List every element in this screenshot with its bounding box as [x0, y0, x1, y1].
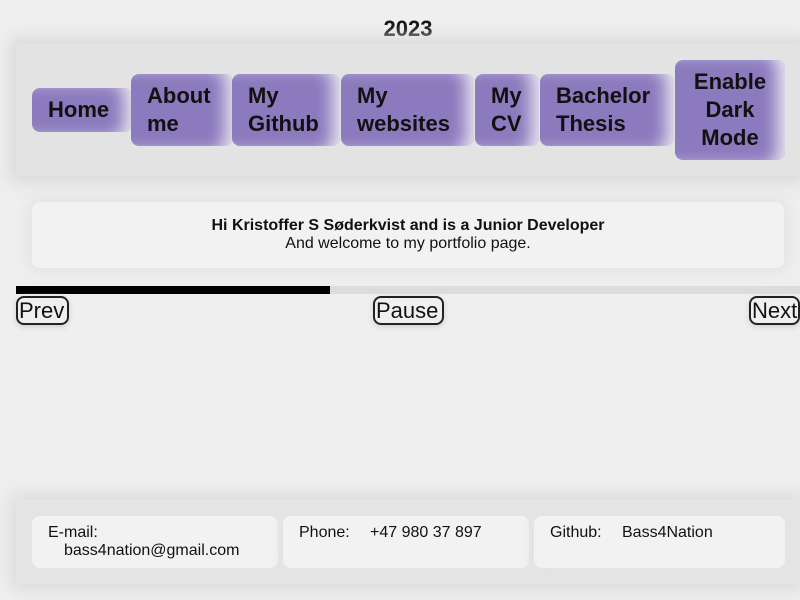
prev-button[interactable]: Prev — [16, 296, 69, 325]
nav-home-button[interactable]: Home — [32, 88, 132, 132]
nav-cv-button[interactable]: My CV — [475, 74, 539, 146]
nav-thesis-button[interactable]: Bachelor Thesis — [540, 74, 674, 146]
email-value[interactable]: bass4nation@gmail.com — [48, 542, 278, 560]
dark-mode-label-line3: Mode — [701, 125, 759, 150]
dark-mode-label-line2: Dark — [705, 97, 755, 122]
nav-websites-label-line2: websites — [357, 111, 450, 136]
nav-thesis-label-line1: Bachelor — [556, 83, 651, 108]
phone-contact-card: Phone: +47 980 37 897 — [283, 516, 529, 568]
nav-about-label-line2: me — [147, 111, 179, 136]
intro-subtitle: And welcome to my portfolio page. — [285, 235, 531, 252]
phone-value[interactable]: +47 980 37 897 — [370, 524, 482, 542]
pause-button[interactable]: Pause — [373, 296, 444, 325]
nav-cv-label-line2: CV — [491, 111, 522, 136]
email-contact-card: E-mail: bass4nation@gmail.com — [32, 516, 278, 568]
nav-home-label: Home — [48, 97, 110, 122]
slideshow-progress-fill — [16, 286, 330, 294]
github-value[interactable]: Bass4Nation — [622, 524, 713, 542]
intro-title: Hi Kristoffer S Søderkvist and is a Juni… — [211, 217, 605, 234]
github-label: Github: — [550, 524, 602, 541]
nav-websites-button[interactable]: My websites — [341, 74, 474, 146]
nav-github-label-line2: Github — [248, 111, 319, 136]
nav-cv-label-line1: My — [491, 83, 522, 108]
phone-label: Phone: — [299, 524, 350, 541]
nav-thesis-label-line2: Thesis — [556, 111, 626, 136]
github-contact-card: Github: Bass4Nation — [534, 516, 785, 568]
page-year-heading: 2023 — [383, 16, 433, 41]
next-button[interactable]: Next — [749, 296, 800, 325]
nav-about-label-line1: About — [147, 83, 211, 108]
dark-mode-label-line1: Enable — [693, 69, 767, 94]
main-navigation: Home About me My Github My websites My C… — [16, 44, 800, 176]
contact-footer: E-mail: bass4nation@gmail.com Phone: +47 … — [16, 500, 800, 584]
nav-websites-label-line1: My — [357, 83, 388, 108]
slideshow-progress-track — [16, 286, 800, 294]
dark-mode-toggle-button[interactable]: Enable Dark Mode — [675, 60, 785, 160]
nav-github-button[interactable]: My Github — [232, 74, 340, 146]
email-label: E-mail: — [48, 524, 98, 541]
nav-about-button[interactable]: About me — [131, 74, 233, 146]
nav-github-label-line1: My — [248, 83, 279, 108]
intro-card: Hi Kristoffer S Søderkvist and is a Juni… — [32, 202, 784, 268]
